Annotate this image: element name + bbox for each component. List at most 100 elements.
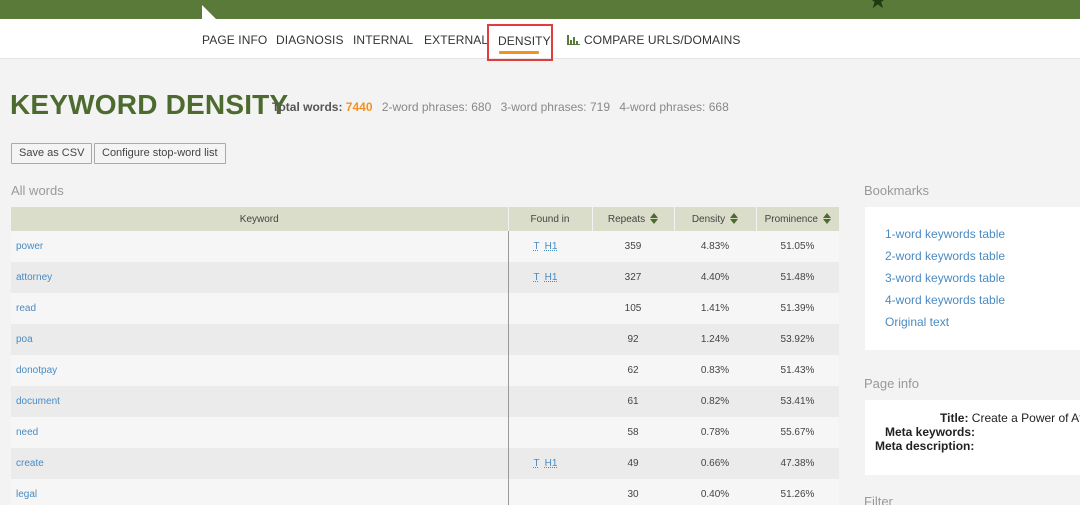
found-in-cell: T H1 [507,231,592,262]
sort-icon[interactable] [730,213,739,224]
prominence-cell: 51.43% [756,355,839,386]
repeats-cell: 58 [592,417,674,448]
found-in-cell [507,479,592,505]
found-in-cell [507,355,592,386]
keyword-link[interactable]: read [11,293,508,324]
found-in-h1-tag[interactable]: H1 [545,241,558,252]
table-row: document 61 0.82% 53.41% [11,386,839,417]
keyword-link[interactable]: need [11,417,508,448]
repeats-cell: 92 [592,324,674,355]
found-in-cell: T H1 [507,262,592,293]
total-words-value: 7440 [345,100,373,114]
found-in-cell [507,324,592,355]
nav-bar: PAGE INFO DIAGNOSIS INTERNAL EXTERNAL DE… [0,19,1080,61]
density-cell: 0.82% [674,386,756,417]
page-info-title-row: Title: Create a Power of Att [865,411,1080,425]
page-info-title-value: Create a Power of Att [971,411,1080,425]
col-keyword[interactable]: Keyword [11,207,508,231]
keyword-link[interactable]: create [11,448,508,479]
table-row: read 105 1.41% 51.39% [11,293,839,324]
found-in-title-tag[interactable]: T [534,458,540,469]
word-stats: Total words: 7440 2-word phrases: 680 3-… [272,100,729,114]
bookmark-1-word[interactable]: 1-word keywords table [885,227,1080,241]
repeats-cell: 359 [592,231,674,262]
bookmark-3-word[interactable]: 3-word keywords table [885,271,1080,285]
keyword-link[interactable]: legal [11,479,508,505]
all-words-heading: All words [11,183,64,198]
prominence-cell: 55.67% [756,417,839,448]
prominence-cell: 53.41% [756,386,839,417]
prominence-cell: 51.39% [756,293,839,324]
keyword-link[interactable]: poa [11,324,508,355]
found-in-cell [507,386,592,417]
top-bar: ★ [0,0,1080,19]
col-density-label: Density [691,214,726,225]
bookmark-4-word[interactable]: 4-word keywords table [885,293,1080,307]
found-in-title-tag[interactable]: T [534,272,540,283]
tab-density[interactable]: DENSITY [487,24,553,61]
repeats-cell: 49 [592,448,674,479]
bookmark-original-text[interactable]: Original text [885,315,1080,329]
keyword-link[interactable]: document [11,386,508,417]
col-found-in: Found in [507,207,592,231]
table-row: donotpay 62 0.83% 51.43% [11,355,839,386]
bookmark-2-word[interactable]: 2-word keywords table [885,249,1080,263]
prominence-cell: 47.38% [756,448,839,479]
found-in-h1-tag[interactable]: H1 [545,272,558,283]
page-info-panel: Title: Create a Power of Att Meta keywor… [865,400,1080,475]
found-in-cell: T H1 [507,448,592,479]
configure-stopwords-button[interactable]: Configure stop-word list [94,143,226,164]
density-cell: 0.40% [674,479,756,505]
tab-internal[interactable]: INTERNAL [353,33,413,47]
table-row: poa 92 1.24% 53.92% [11,324,839,355]
sort-icon[interactable] [822,213,831,224]
tab-external[interactable]: EXTERNAL [424,33,488,47]
tab-compare-label: COMPARE URLS/DOMAINS [584,33,741,47]
repeats-cell: 105 [592,293,674,324]
star-icon[interactable]: ★ [868,0,888,12]
two-word-phrases: 2-word phrases: 680 [381,100,492,114]
table-row: legal 30 0.40% 51.26% [11,479,839,505]
density-cell: 0.78% [674,417,756,448]
keyword-link[interactable]: attorney [11,262,508,293]
col-repeats-label: Repeats [607,214,646,225]
table-row: create T H1 49 0.66% 47.38% [11,448,839,479]
keyword-link[interactable]: donotpay [11,355,508,386]
sort-icon[interactable] [650,213,659,224]
page-info-heading: Page info [864,376,919,391]
col-density[interactable]: Density [673,207,756,231]
meta-description-label: Meta description: [875,439,975,453]
save-csv-button[interactable]: Save as CSV [11,143,93,164]
density-cell: 0.83% [674,355,756,386]
col-repeats[interactable]: Repeats [591,207,674,231]
four-word-phrases: 4-word phrases: 668 [619,100,729,114]
page-info-title-label: Title: [940,411,969,425]
found-in-h1-tag[interactable]: H1 [545,458,558,469]
tab-compare[interactable]: COMPARE URLS/DOMAINS [567,33,740,47]
col-prominence[interactable]: Prominence [755,207,839,231]
table-row: need 58 0.78% 55.67% [11,417,839,448]
tab-diagnosis[interactable]: DIAGNOSIS [276,33,344,47]
col-prominence-label: Prominence [764,214,818,225]
tab-page-info[interactable]: PAGE INFO [202,33,267,47]
nav-notch [202,5,216,19]
density-cell: 0.66% [674,448,756,479]
tab-density-label: DENSITY [498,34,551,48]
page-title: KEYWORD DENSITY [10,89,289,120]
found-in-cell [507,417,592,448]
repeats-cell: 61 [592,386,674,417]
density-cell: 4.40% [674,262,756,293]
density-cell: 1.24% [674,324,756,355]
bookmarks-panel: 1-word keywords table 2-word keywords ta… [865,207,1080,350]
repeats-cell: 30 [592,479,674,505]
prominence-cell: 53.92% [756,324,839,355]
meta-keywords-label: Meta keywords: [885,425,976,439]
found-in-title-tag[interactable]: T [534,241,540,252]
density-cell: 1.41% [674,293,756,324]
density-cell: 4.83% [674,231,756,262]
total-words-label: Total words: [272,100,343,114]
repeats-cell: 62 [592,355,674,386]
page-info-meta-description-row: Meta description: [865,439,1080,453]
prominence-cell: 51.48% [756,262,839,293]
keyword-link[interactable]: power [11,231,508,262]
